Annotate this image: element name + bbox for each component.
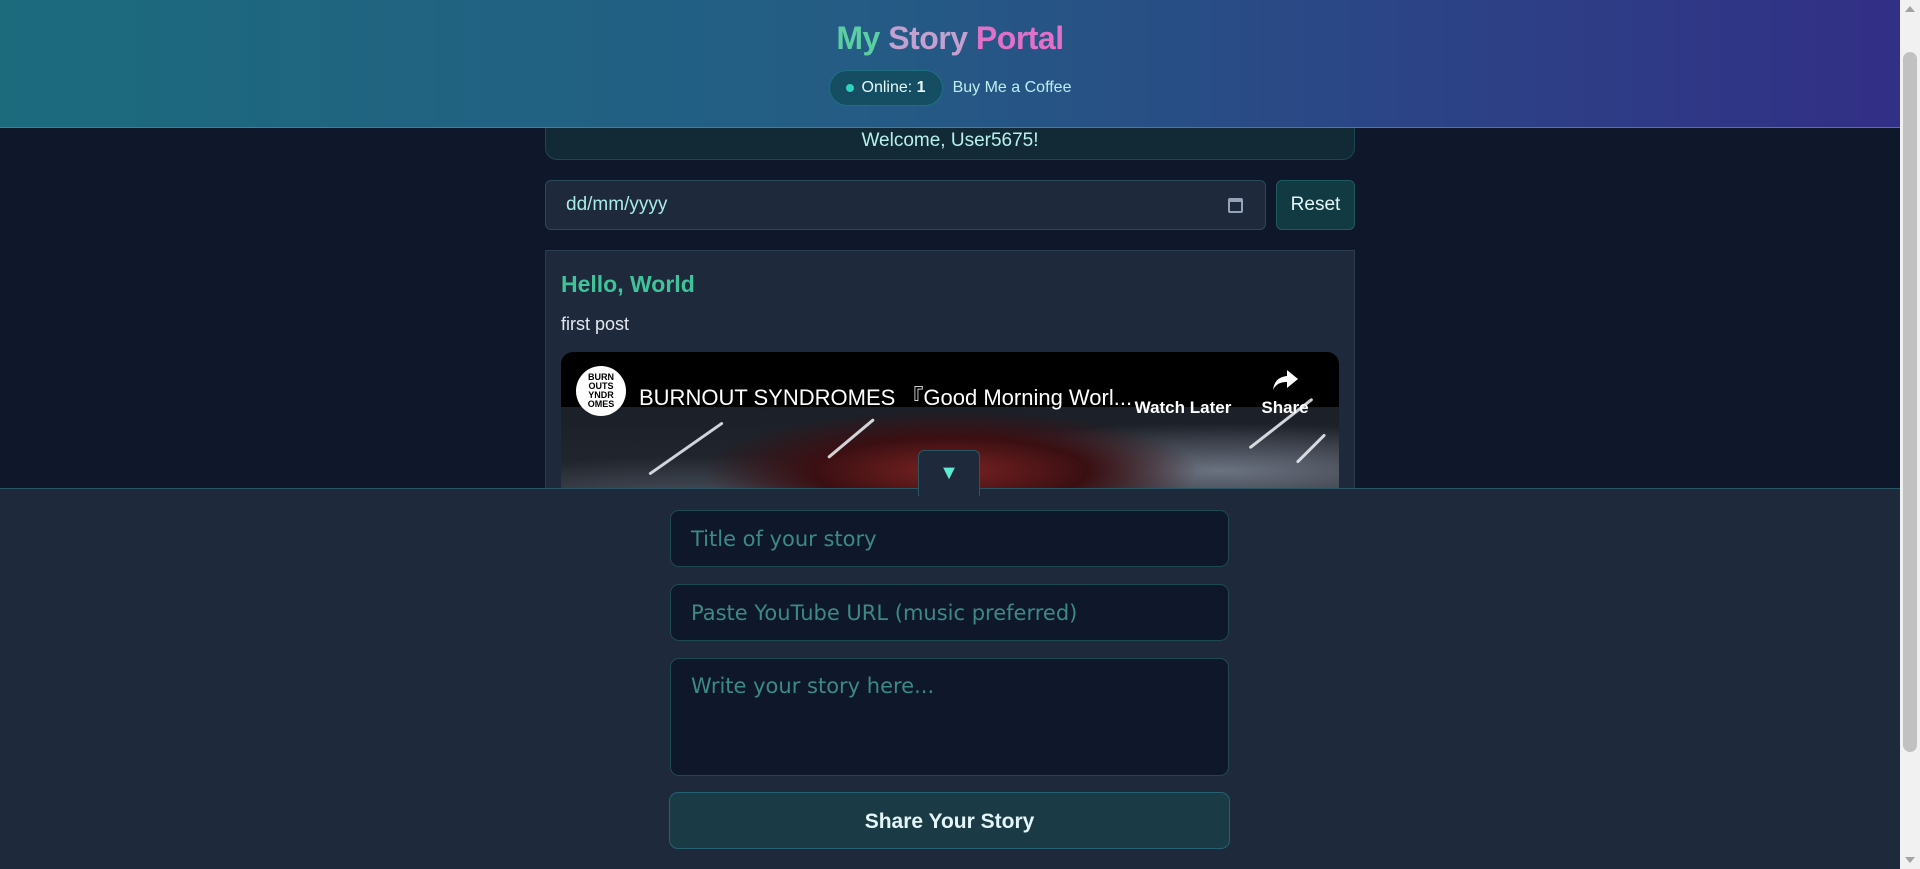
watch-later-button[interactable]: Watch Later: [1128, 368, 1238, 418]
site-header: My Story Portal Online: 1 Buy Me a Coffe…: [0, 0, 1900, 128]
title-word-my: My: [836, 20, 880, 56]
channel-avatar[interactable]: BURN OUTS YNDR OMES: [576, 366, 626, 416]
scroll-down-icon[interactable]: [1905, 857, 1915, 863]
share-video-button[interactable]: Share: [1230, 368, 1339, 418]
online-status-badge: Online: 1: [828, 70, 943, 106]
video-title[interactable]: BURNOUT SYNDROMES 『Good Morning Worl...: [639, 380, 1132, 412]
share-story-button[interactable]: Share Your Story: [669, 792, 1230, 849]
title-word-story: Story: [888, 20, 968, 56]
site-title: My Story Portal: [0, 20, 1900, 57]
title-word-portal: Portal: [975, 20, 1064, 56]
scroll-thumb[interactable]: [1903, 52, 1917, 752]
scroll-up-icon[interactable]: [1905, 6, 1915, 12]
share-arrow-icon: [1230, 368, 1339, 394]
date-filter-input[interactable]: dd/mm/yyyy: [545, 180, 1266, 230]
calendar-icon[interactable]: [1228, 198, 1243, 213]
post-body: first post: [561, 314, 630, 334]
form-toggle-button[interactable]: ▼: [918, 450, 980, 496]
online-dot-icon: [845, 84, 854, 92]
reset-button[interactable]: Reset: [1276, 180, 1355, 230]
youtube-url-input[interactable]: Paste YouTube URL (music preferred): [670, 584, 1229, 641]
online-label: Online:: [861, 79, 913, 96]
page-scrollbar[interactable]: [1900, 0, 1920, 869]
story-title-input[interactable]: Title of your story: [670, 510, 1229, 567]
date-placeholder: dd/mm/yyyy: [566, 194, 668, 215]
post-title: Hello, World: [561, 271, 695, 297]
date-filter-row: dd/mm/yyyy Reset: [545, 180, 1355, 230]
story-textarea[interactable]: Write your story here...: [670, 658, 1229, 776]
chevron-down-icon: ▼: [939, 462, 959, 484]
online-count: 1: [916, 79, 926, 96]
buy-me-a-coffee-link[interactable]: Buy Me a Coffee: [953, 79, 1072, 97]
